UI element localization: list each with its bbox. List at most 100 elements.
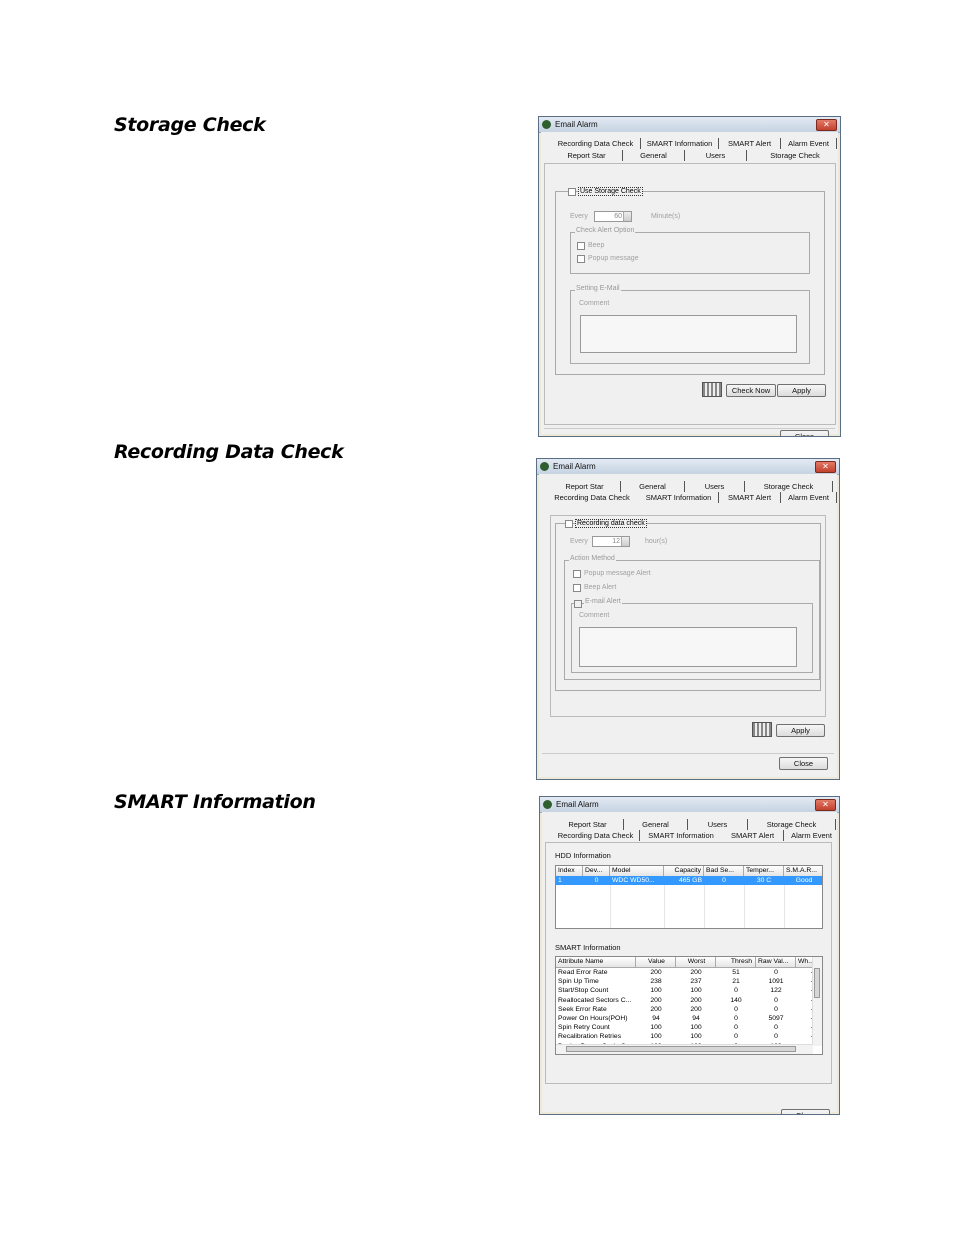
- app-icon: [542, 120, 551, 129]
- hdd-col-smart[interactable]: S.M.A.R...: [784, 866, 822, 876]
- tab-users[interactable]: Users: [688, 819, 748, 830]
- close-button[interactable]: Close: [779, 757, 828, 770]
- tab-users[interactable]: Users: [685, 481, 745, 492]
- hdd-col-model[interactable]: Model: [610, 866, 664, 876]
- every-minutes-stepper[interactable]: 60: [594, 211, 632, 222]
- smart-col-raw-value[interactable]: Raw Val...: [756, 957, 796, 967]
- beep-alert-checkbox[interactable]: [573, 584, 581, 592]
- divider: [544, 428, 835, 429]
- tab-storage-check[interactable]: Storage Check: [748, 819, 836, 830]
- tab-alarm-event[interactable]: Alarm Event: [781, 138, 837, 149]
- tab-storage-check[interactable]: Storage Check: [755, 150, 835, 161]
- table-row[interactable]: 1 0 WDC WD50... 465 GB 0 30 C Good: [556, 876, 822, 885]
- hdd-col-temperature[interactable]: Temper...: [744, 866, 784, 876]
- smart-cell-thresh: 0: [734, 1005, 738, 1013]
- tab-general[interactable]: General: [623, 150, 685, 161]
- close-icon[interactable]: ✕: [815, 461, 836, 473]
- use-storage-check-checkbox[interactable]: [568, 188, 576, 196]
- smart-cell-thresh: 0: [734, 987, 738, 995]
- tab-general[interactable]: General: [624, 819, 688, 830]
- hdd-col-index[interactable]: Index: [556, 866, 583, 876]
- scrollbar-thumb[interactable]: [814, 968, 820, 998]
- comment-textarea[interactable]: [579, 627, 797, 667]
- tab-smart-information[interactable]: SMART Information: [642, 830, 720, 841]
- smart-cell-attribute-name: Seek Error Rate: [558, 1005, 607, 1013]
- tab-smart-information[interactable]: SMART Information: [641, 138, 719, 149]
- hdd-cell-bad-sectors: 0: [722, 877, 726, 884]
- smart-cell-when: -: [796, 986, 813, 995]
- tab-recording-data-check[interactable]: Recording Data Check: [549, 492, 635, 503]
- tab-report-star[interactable]: Report Star: [551, 150, 623, 161]
- apply-button[interactable]: Apply: [777, 384, 826, 397]
- beep-checkbox[interactable]: [577, 242, 585, 250]
- recording-data-check-checkbox[interactable]: [565, 520, 573, 528]
- table-row[interactable]: Reallocated Sectors C... 200 200 140 0 -: [556, 996, 813, 1005]
- table-row[interactable]: Recalibration Retries 100 100 0 0 -: [556, 1032, 813, 1041]
- smart-cell-thresh: 51: [732, 969, 740, 976]
- smart-cell-thresh: 0: [734, 1015, 738, 1022]
- close-button[interactable]: Close: [781, 1109, 830, 1114]
- tab-recording-data-check[interactable]: Recording Data Check: [552, 830, 640, 841]
- storage-check-group: Use Storage Check Every 60 Minute(s) Che…: [555, 187, 825, 375]
- apply-button[interactable]: Apply: [776, 724, 825, 737]
- action-method-group: Action Method Popup message Alert Beep A…: [564, 555, 820, 680]
- keyboard-icon[interactable]: [702, 382, 722, 397]
- popup-message-alert-checkbox[interactable]: [573, 570, 581, 578]
- table-row[interactable]: Seek Error Rate 200 200 0 0 -: [556, 1005, 813, 1014]
- check-now-button[interactable]: Check Now: [726, 384, 776, 397]
- close-button[interactable]: Close: [780, 430, 829, 436]
- table-row[interactable]: Spin Up Time 238 237 21 1091 -: [556, 977, 813, 986]
- horizontal-scrollbar[interactable]: [556, 1044, 813, 1054]
- tab-smart-information[interactable]: SMART Information: [639, 492, 719, 503]
- tab-users[interactable]: Users: [685, 150, 747, 161]
- table-row[interactable]: Spin Retry Count 100 100 0 0 -: [556, 1023, 813, 1032]
- tab-report-star[interactable]: Report Star: [552, 819, 624, 830]
- smart-cell-thresh: 21: [732, 978, 740, 986]
- hdd-col-bad-sectors[interactable]: Bad Se...: [704, 866, 744, 876]
- column-gridline: [704, 885, 705, 928]
- smart-cell-raw-value: 0: [774, 1005, 778, 1013]
- table-row[interactable]: Read Error Rate 200 200 51 0 -: [556, 968, 813, 977]
- every-hours-stepper[interactable]: 12: [592, 536, 630, 547]
- smart-col-worst[interactable]: Worst: [676, 957, 716, 967]
- smart-attribute-table[interactable]: Attribute Name Value Worst Thresh Raw Va…: [555, 956, 823, 1055]
- comment-textarea[interactable]: [580, 315, 797, 353]
- hdd-col-capacity[interactable]: Capacity: [664, 866, 704, 876]
- smart-cell-raw-value: 1091: [768, 978, 784, 986]
- hscrollbar-thumb[interactable]: [566, 1046, 796, 1052]
- email-alert-checkbox[interactable]: [574, 600, 582, 608]
- vertical-scrollbar[interactable]: [812, 957, 822, 1046]
- tab-recording-data-check[interactable]: Recording Data Check: [551, 138, 641, 149]
- table-row[interactable]: Start/Stop Count 100 100 0 122 -: [556, 986, 813, 995]
- smart-col-value[interactable]: Value: [636, 957, 676, 967]
- tab-general[interactable]: General: [621, 481, 685, 492]
- title-bar: Email Alarm ✕: [540, 797, 839, 813]
- popup-message-label: Popup message: [588, 255, 639, 262]
- tab-page: Recording data check Every 12 hour(s) Ac…: [550, 515, 826, 717]
- tab-smart-alert[interactable]: SMART Alert: [719, 138, 781, 149]
- window-title: Email Alarm: [553, 462, 596, 471]
- smart-col-attribute-name[interactable]: Attribute Name: [556, 957, 636, 967]
- every-label: Every: [570, 538, 588, 545]
- hdd-col-device[interactable]: Dev...: [583, 866, 610, 876]
- tab-alarm-event[interactable]: Alarm Event: [784, 830, 839, 841]
- close-icon[interactable]: ✕: [816, 119, 837, 131]
- tab-page: Use Storage Check Every 60 Minute(s) Che…: [544, 163, 836, 425]
- tab-storage-check[interactable]: Storage Check: [745, 481, 833, 492]
- keyboard-icon[interactable]: [752, 722, 772, 737]
- window-body: Recording Data Check SMART Information S…: [541, 132, 838, 436]
- tab-report-star[interactable]: Report Star: [549, 481, 621, 492]
- tab-alarm-event[interactable]: Alarm Event: [781, 492, 837, 503]
- close-icon[interactable]: ✕: [815, 799, 836, 811]
- table-row[interactable]: Power On Hours(POH) 94 94 0 5097 -: [556, 1014, 813, 1023]
- smart-cell-attribute-name: Spin Retry Count: [558, 1024, 610, 1032]
- smart-information-title: SMART Information: [555, 943, 621, 952]
- popup-message-checkbox[interactable]: [577, 255, 585, 263]
- recording-data-check-window: Email Alarm ✕ Report Star General Users …: [536, 458, 840, 780]
- tab-row-back: Recording Data Check SMART Information S…: [547, 138, 837, 149]
- smart-cell-value: 100: [650, 987, 662, 995]
- tab-smart-alert[interactable]: SMART Alert: [722, 830, 784, 841]
- tab-smart-alert[interactable]: SMART Alert: [719, 492, 781, 503]
- smart-col-thresh[interactable]: Thresh: [716, 957, 756, 967]
- hdd-information-table[interactable]: Index Dev... Model Capacity Bad Se... Te…: [555, 865, 823, 929]
